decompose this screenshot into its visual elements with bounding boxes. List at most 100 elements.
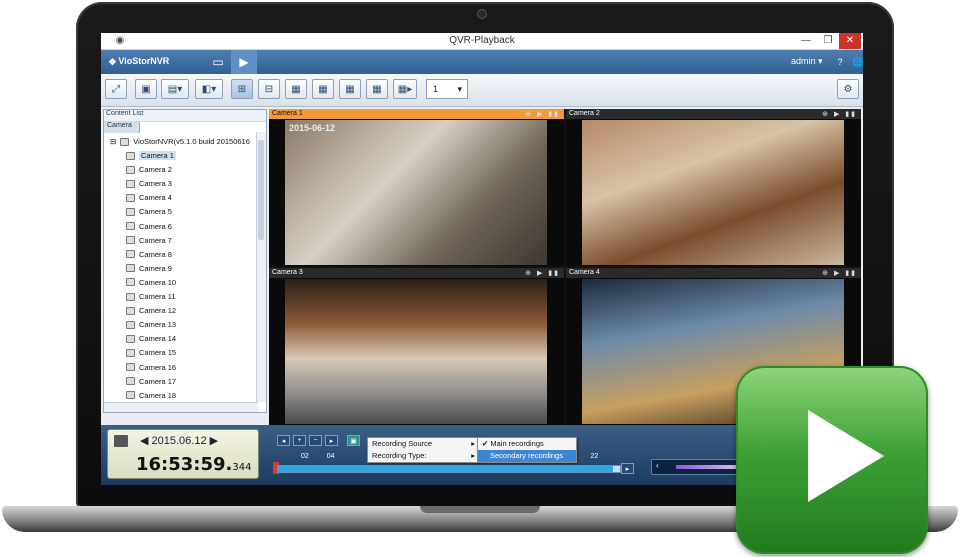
tile-controls-icon[interactable]: ⊕ ▶ ▮▮ — [822, 110, 857, 120]
video-tile-3[interactable]: Camera 3 ⊕ ▶ ▮▮ — [269, 268, 564, 425]
layout-split-dropdown[interactable]: ▤▾ — [161, 79, 189, 99]
menu-item-recording-source[interactable]: Recording Source ▸ — [368, 438, 478, 450]
tree-item-camera[interactable]: Camera 13 — [126, 320, 176, 329]
zoom-in-icon[interactable]: + — [293, 435, 306, 446]
tree-item-camera[interactable]: Camera 3 — [126, 179, 172, 188]
tile-controls-icon[interactable]: ⊕ ▶ ▮▮ — [525, 269, 560, 279]
timeline-scroll-icon[interactable]: ▸ — [621, 463, 634, 474]
layout-more-icon[interactable]: ▦▸ — [393, 79, 417, 99]
tree-item-label: Camera 17 — [139, 376, 177, 386]
date-time-display: ◀ 2015.06.12 ▶ 16:53:59.344 — [107, 429, 259, 479]
speed-slider[interactable]: ‹ — [651, 459, 743, 475]
tick-label: 02 — [301, 453, 309, 460]
tree-item-camera[interactable]: Camera 9 — [126, 264, 172, 273]
tree-item-camera[interactable]: Camera 2 — [126, 165, 172, 174]
video-tile-1[interactable]: Camera 1 ⊕ ▶ ▮▮ 2015-06-12 — [269, 109, 564, 266]
tree-item-camera[interactable]: Camera 16 — [126, 363, 176, 372]
tree-item-camera[interactable]: Camera 8 — [126, 250, 172, 259]
tree-item-camera[interactable]: Camera 15 — [126, 348, 176, 357]
maximize-button[interactable]: ❐ — [817, 33, 839, 49]
recording-source-icon[interactable]: ▣ — [347, 435, 360, 446]
zoom-out-icon[interactable]: − — [309, 435, 322, 446]
close-button[interactable]: ✕ — [839, 33, 861, 49]
camera-icon — [126, 292, 135, 301]
layout-single-icon[interactable]: ▣ — [135, 79, 157, 99]
tree-item-label: Camera 9 — [139, 263, 172, 273]
menu-item-secondary-recordings[interactable]: Secondary recordings — [478, 450, 576, 462]
video-tile-2[interactable]: Camera 2 ⊕ ▶ ▮▮ — [566, 109, 861, 266]
collapse-icon[interactable]: ◂ — [277, 435, 290, 446]
layout-3x3-icon[interactable]: ▦ — [312, 79, 334, 99]
expand-icon[interactable]: ⊟ — [110, 137, 116, 146]
scrollbar-thumb[interactable] — [258, 140, 264, 240]
recording-source-submenu: ✔ Main recordings Secondary recordings — [477, 437, 577, 463]
tree-item-camera[interactable]: Camera 12 — [126, 306, 176, 315]
tree-item-camera[interactable]: Camera 1 — [126, 151, 176, 160]
playback-icon[interactable]: ▶ — [231, 50, 257, 74]
settings-icon[interactable]: ⚙ — [837, 79, 859, 99]
menu-item-main-recordings[interactable]: ✔ Main recordings — [478, 438, 576, 450]
tree-item-camera[interactable]: Camera 14 — [126, 334, 176, 343]
camera-feed-checkout — [582, 120, 844, 265]
prev-day-icon[interactable]: ◀ — [140, 435, 148, 447]
layout-3x2-icon[interactable]: ▦ — [285, 79, 307, 99]
tree-item-camera[interactable]: Camera 10 — [126, 278, 176, 287]
tree-root-server[interactable]: ⊟ VioStorNVR(v5.1.0 build 20150616 — [110, 137, 250, 146]
camera-icon — [126, 250, 135, 259]
tile-controls-icon[interactable]: ⊕ ▶ ▮▮ — [525, 110, 560, 120]
tree-item-label: Camera 5 — [139, 207, 172, 217]
channel-select[interactable]: 1 ▾ — [426, 79, 468, 99]
tree-item-camera[interactable]: Camera 4 — [126, 193, 172, 202]
timeline-track[interactable] — [277, 465, 621, 473]
slider-left-icon[interactable]: ‹ — [656, 461, 659, 470]
tree-item-label: Camera 1 — [139, 151, 176, 160]
tree-item-label: Camera 7 — [139, 235, 172, 245]
title-bar: QVR-Playback ◉ — ❐ ✕ — [101, 33, 863, 50]
app-menu-icon[interactable]: ◉ — [109, 33, 131, 49]
tree-item-label: Camera 13 — [139, 320, 177, 330]
tile-controls-icon[interactable]: ⊕ ▶ ▮▮ — [822, 269, 857, 279]
play-triangle-icon — [808, 410, 884, 502]
layout-1plus7-icon[interactable]: ▦ — [339, 79, 361, 99]
menu-item-label: Recording Source — [372, 439, 433, 448]
tree-item-camera[interactable]: Camera 11 — [126, 292, 176, 301]
monitor-icon[interactable]: ▭ — [205, 50, 231, 74]
vertical-scrollbar[interactable] — [256, 132, 266, 402]
select-caret-icon: ▾ — [457, 84, 462, 94]
timeline-options-icon[interactable]: ▸ — [325, 435, 338, 446]
user-name: admin — [791, 56, 816, 66]
tile-label: Camera 3 — [272, 269, 303, 276]
layout-2x2-icon[interactable]: ⊞ — [231, 79, 253, 99]
next-day-icon[interactable]: ▶ — [210, 435, 218, 447]
tree-item-camera[interactable]: Camera 17 — [126, 377, 176, 386]
camera-icon — [126, 334, 135, 343]
tick-label: 22 — [590, 453, 599, 460]
tree-item-label: Camera 4 — [139, 193, 172, 203]
horizontal-scrollbar[interactable] — [104, 402, 258, 412]
calendar-icon[interactable] — [114, 435, 128, 447]
tree-item-camera[interactable]: Camera 7 — [126, 236, 172, 245]
date-display: ◀ 2015.06.12 ▶ — [140, 434, 218, 447]
menu-item-label: Recording Type: — [372, 451, 427, 460]
content-list-title: Content List — [104, 110, 266, 122]
fullscreen-icon[interactable]: ⤢ — [105, 79, 127, 99]
user-menu[interactable]: admin ▾ — [791, 56, 823, 67]
minimize-button[interactable]: — — [795, 33, 817, 49]
camera-icon — [126, 306, 135, 315]
tree-item-label: Camera 15 — [139, 348, 177, 358]
tree-item-label: Camera 3 — [139, 179, 172, 189]
layout-4x4-icon[interactable]: ▦ — [366, 79, 388, 99]
layout-1plus5-icon[interactable]: ⊟ — [258, 79, 280, 99]
camera-icon — [126, 193, 135, 202]
tree-item-camera[interactable]: Camera 5 — [126, 207, 172, 216]
tree-item-camera[interactable]: Camera 6 — [126, 222, 172, 231]
layout-toolbar: ⤢ ▣ ▤▾ ◧▾ ⊞ ⊟ ▦ ▦ ▦ ▦ ▦▸ 1 ▾ ⚙ — [101, 74, 863, 107]
tree-item-camera[interactable]: Camera 18 — [126, 391, 176, 400]
tab-camera[interactable]: Camera — [104, 122, 140, 133]
logo-text: VioStorNVR — [118, 56, 170, 66]
tree-item-label: Camera 2 — [139, 165, 172, 175]
menu-item-recording-type[interactable]: Recording Type: ▸ — [368, 450, 478, 462]
content-list-panel: Content List Camera ⊟ VioStorNVR(v5.1.0 b… — [103, 109, 267, 413]
layout-side-dropdown[interactable]: ◧▾ — [195, 79, 223, 99]
globe-icon[interactable]: 🌐 — [845, 50, 863, 74]
